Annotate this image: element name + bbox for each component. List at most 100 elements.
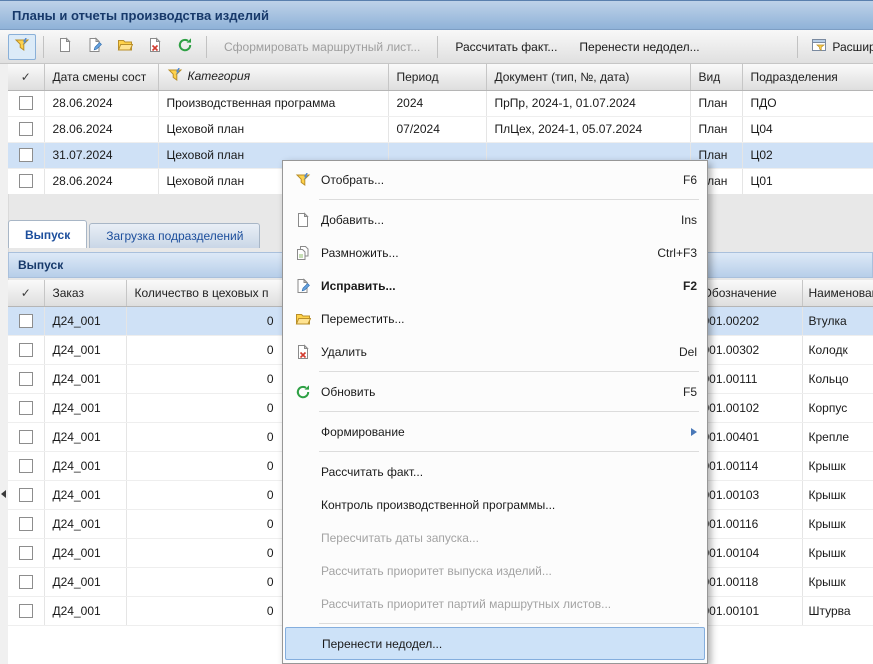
column-header-name[interactable]: Наименование [802, 280, 873, 306]
filter-button[interactable] [8, 34, 36, 60]
category-filter-icon [167, 67, 183, 86]
menu-separator [319, 451, 699, 452]
table-cell: 001.00116 [698, 509, 802, 538]
row-checkbox[interactable] [19, 122, 33, 136]
add-button[interactable] [51, 34, 79, 60]
row-checkbox[interactable] [19, 401, 33, 415]
table-cell: 001.00202 [698, 306, 802, 335]
row-checkbox[interactable] [19, 517, 33, 531]
row-checkbox[interactable] [19, 459, 33, 473]
table-row[interactable]: 28.06.2024Цеховой план07/2024ПлЦех, 2024… [8, 116, 873, 142]
column-header-check[interactable]: ✓ [8, 64, 44, 90]
table-cell: 0 [126, 335, 282, 364]
table-cell: ПрПр, 2024-1, 01.07.2024 [486, 90, 690, 116]
table-cell: 28.06.2024 [44, 168, 158, 194]
context-menu-item[interactable]: Перенести недодел... [285, 627, 705, 660]
table-cell: Д24_001 [44, 538, 126, 567]
column-header-category[interactable]: Категория [158, 64, 388, 90]
menu-separator [319, 199, 699, 200]
collapse-splitter-arrow[interactable] [1, 490, 6, 498]
table-cell: Цеховой план [158, 116, 388, 142]
row-checkbox[interactable] [19, 372, 33, 386]
context-menu-item[interactable]: Исправить...F2 [285, 269, 705, 302]
column-header-period[interactable]: Период [388, 64, 486, 90]
folder-icon [293, 311, 313, 327]
context-menu-item[interactable]: Размножить...Ctrl+F3 [285, 236, 705, 269]
filter-icon [14, 37, 30, 56]
table-cell: Д24_001 [44, 364, 126, 393]
move-button[interactable] [111, 34, 139, 60]
context-menu-item[interactable]: Контроль производственной программы... [285, 488, 705, 521]
menu-item-label: Исправить... [321, 279, 396, 293]
calc-fact-button[interactable]: Рассчитать факт... [445, 40, 567, 54]
row-checkbox[interactable] [19, 604, 33, 618]
delete-button[interactable] [141, 34, 169, 60]
table-cell: Крышк [802, 538, 873, 567]
column-header-qty[interactable]: Количество в цеховых п [126, 280, 282, 306]
extended-label: Расширен [832, 40, 873, 54]
menu-item-label: Удалить [321, 345, 367, 359]
row-checkbox[interactable] [19, 575, 33, 589]
table-row[interactable]: 28.06.2024Производственная программа2024… [8, 90, 873, 116]
table-cell: 001.00111 [698, 364, 802, 393]
context-menu-item[interactable]: Пересчитать даты запуска... [285, 521, 705, 554]
tab-output[interactable]: Выпуск [8, 220, 87, 248]
table-cell: Корпус [802, 393, 873, 422]
column-header-check[interactable]: ✓ [8, 280, 44, 306]
table-cell: Д24_001 [44, 422, 126, 451]
context-menu-item[interactable]: Отобрать...F6 [285, 163, 705, 196]
menu-item-label: Обновить [321, 385, 375, 399]
column-header-document[interactable]: Документ (тип, №, дата) [486, 64, 690, 90]
form-route-list-button[interactable]: Сформировать маршрутный лист... [214, 40, 430, 54]
row-checkbox[interactable] [19, 430, 33, 444]
table-cell: 0 [126, 393, 282, 422]
context-menu: Отобрать...F6 Добавить...InsРазмножить...… [282, 160, 708, 664]
context-menu-item[interactable]: Добавить...Ins [285, 203, 705, 236]
menu-item-shortcut: F5 [659, 385, 697, 399]
menu-item-shortcut: Del [655, 345, 697, 359]
context-menu-item[interactable]: Рассчитать факт... [285, 455, 705, 488]
row-checkbox[interactable] [19, 488, 33, 502]
menu-item-label: Контроль производственной программы... [321, 498, 555, 512]
menu-separator [319, 623, 699, 624]
table-cell: 0 [126, 480, 282, 509]
menu-item-label: Пересчитать даты запуска... [321, 531, 479, 545]
row-checkbox[interactable] [19, 343, 33, 357]
table-cell: 001.00102 [698, 393, 802, 422]
context-menu-item[interactable]: Удалить Del [285, 335, 705, 368]
table-cell: Д24_001 [44, 335, 126, 364]
menu-item-shortcut: Ctrl+F3 [633, 246, 697, 260]
row-checkbox[interactable] [19, 546, 33, 560]
row-checkbox[interactable] [19, 148, 33, 162]
plans-header-row: ✓ Дата смены сост Категория Период Докум… [8, 64, 873, 90]
context-menu-item[interactable]: Формирование [285, 415, 705, 448]
refresh-button[interactable] [171, 34, 199, 60]
column-header-departments[interactable]: Подразделения [742, 64, 873, 90]
column-header-date[interactable]: Дата смены сост [44, 64, 158, 90]
table-cell: 0 [126, 306, 282, 335]
menu-item-label: Формирование [321, 425, 405, 439]
edit-doc-icon [293, 278, 313, 294]
edit-button[interactable] [81, 34, 109, 60]
row-checkbox[interactable] [19, 96, 33, 110]
table-cell: Крышк [802, 451, 873, 480]
tab-department-load[interactable]: Загрузка подразделений [89, 223, 260, 248]
context-menu-item[interactable]: Обновить F5 [285, 375, 705, 408]
transfer-shortfall-button[interactable]: Перенести недодел... [569, 40, 709, 54]
table-cell: 07/2024 [388, 116, 486, 142]
table-cell: 0 [126, 509, 282, 538]
context-menu-item[interactable]: Рассчитать приоритет выпуска изделий... [285, 554, 705, 587]
menu-item-label: Рассчитать приоритет выпуска изделий... [321, 564, 552, 578]
table-cell: План [690, 90, 742, 116]
context-menu-item[interactable]: Рассчитать приоритет партий маршрутных л… [285, 587, 705, 620]
extended-button[interactable]: Расширен [805, 37, 873, 56]
table-cell: Д24_001 [44, 567, 126, 596]
column-header-order[interactable]: Заказ [44, 280, 126, 306]
row-checkbox[interactable] [19, 174, 33, 188]
context-menu-item[interactable]: Переместить... [285, 302, 705, 335]
table-cell: 0 [126, 596, 282, 625]
row-checkbox[interactable] [19, 314, 33, 328]
column-header-designation[interactable]: Обозначение [698, 280, 802, 306]
column-header-kind[interactable]: Вид [690, 64, 742, 90]
table-cell: 0 [126, 567, 282, 596]
